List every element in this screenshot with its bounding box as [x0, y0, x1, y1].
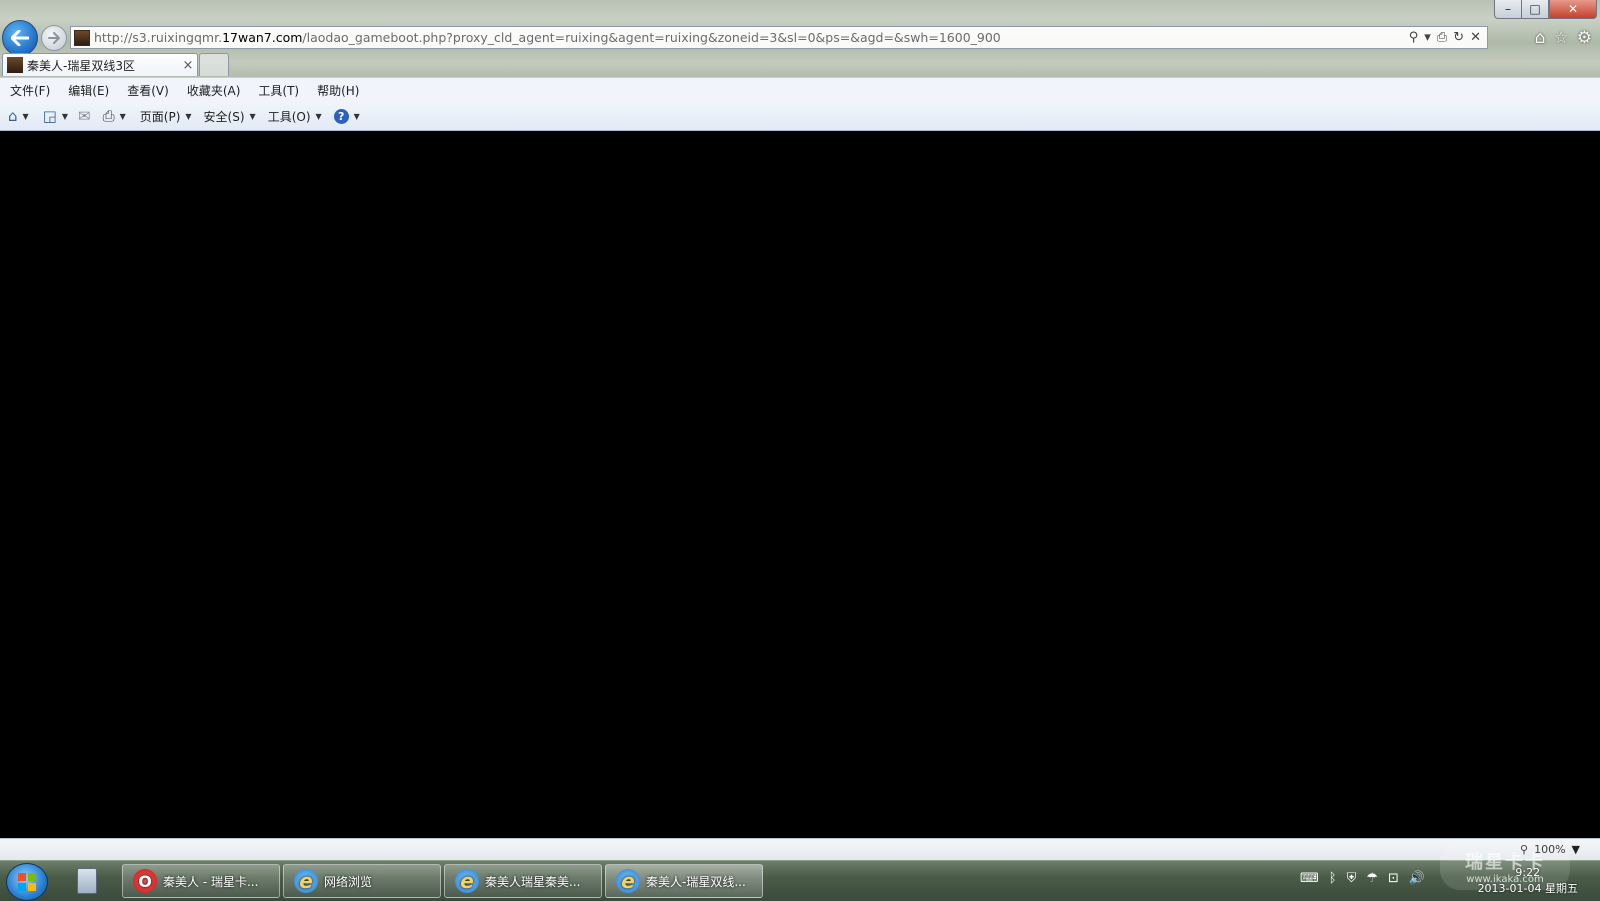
- menu-bar: 文件(F) 编辑(E) 查看(V) 收藏夹(A) 工具(T) 帮助(H): [0, 77, 1600, 103]
- tools-menu-label: 工具(O): [267, 109, 311, 124]
- print-command-button[interactable]: ⎙ ▼: [103, 107, 126, 125]
- ie-icon: e: [294, 869, 318, 893]
- tab-title: 秦美人-瑞星双线3区: [27, 58, 135, 73]
- calculator-icon: [77, 868, 97, 894]
- taskbar-item-ie-qmr[interactable]: e 秦美人瑞星秦美...: [444, 864, 602, 898]
- chevron-down-icon: ▼: [249, 111, 256, 121]
- antivirus-umbrella-icon[interactable]: ☂: [1366, 871, 1378, 886]
- settings-gear-icon[interactable]: ⚙: [1577, 28, 1592, 48]
- menu-view[interactable]: 查看(V): [117, 82, 177, 99]
- taskbar: O 秦美人 - 瑞星卡... e 网络浏览 e 秦美人瑞星秦美... e 秦美人…: [0, 860, 1600, 901]
- taskbar-item-ie-browse[interactable]: e 网络浏览: [283, 864, 441, 898]
- opera-icon: O: [133, 869, 157, 893]
- taskbar-item-opera[interactable]: O 秦美人 - 瑞星卡...: [122, 864, 280, 898]
- start-button[interactable]: [6, 863, 48, 901]
- forward-arrow-icon: [48, 32, 60, 44]
- tab-active[interactable]: 秦美人-瑞星双线3区 ×: [2, 53, 198, 76]
- system-tray: ⌨ ᛒ ⛨ ☂ ⊡ 🔊: [1300, 871, 1425, 886]
- print-icon: ⎙: [102, 107, 115, 125]
- chevron-down-icon: ▼: [353, 111, 360, 121]
- address-tools: ⚲ ▾ ⎙ ↻ ✕: [1409, 30, 1487, 45]
- help-menu-button[interactable]: ? ▼: [333, 108, 360, 124]
- back-arrow-icon: [11, 30, 29, 46]
- windows-logo-icon: [18, 873, 36, 891]
- minimize-button[interactable]: –: [1494, 0, 1521, 19]
- page-menu-label: 页面(P): [139, 109, 181, 124]
- address-bar[interactable]: http://s3.ruixingqmr.17wan7.com/laodao_g…: [70, 26, 1488, 49]
- help-icon: ?: [333, 108, 349, 124]
- chevron-down-icon: ▼: [185, 111, 192, 121]
- page-menu-button[interactable]: 页面(P) ▼: [140, 108, 192, 125]
- page-content-area[interactable]: [0, 131, 1600, 838]
- back-button[interactable]: [2, 20, 38, 56]
- home-command-button[interactable]: ⌂ ▼: [8, 107, 29, 125]
- tools-menu-button[interactable]: 工具(O) ▼: [268, 108, 322, 125]
- chevron-down-icon[interactable]: ▼: [1572, 843, 1580, 856]
- calculator-pinned-button[interactable]: [72, 865, 102, 897]
- menu-edit[interactable]: 编辑(E): [58, 82, 117, 99]
- taskbar-item-label: 秦美人-瑞星双线...: [646, 874, 746, 889]
- watermark-site: www.ikaka.com: [1466, 873, 1544, 885]
- search-icon[interactable]: ⚲: [1409, 30, 1419, 45]
- command-bar: ⌂ ▼ ◲ ▼ ✉ ⎙ ▼ 页面(P) ▼ 安全(S) ▼ 工具(O) ▼ ? ▼: [0, 102, 1600, 131]
- menu-help[interactable]: 帮助(H): [307, 82, 367, 99]
- address-url[interactable]: http://s3.ruixingqmr.17wan7.com/laodao_g…: [94, 30, 1409, 45]
- favorites-star-icon[interactable]: ☆: [1554, 28, 1569, 48]
- chevron-down-icon[interactable]: ▼: [120, 112, 126, 121]
- compatibility-view-icon[interactable]: ⎙: [1437, 30, 1447, 45]
- chevron-down-icon: ▼: [315, 111, 322, 121]
- window-frame: – □ ✕ http://s3.ruixingqmr.17wan7.com/la…: [0, 0, 1600, 77]
- browser-right-icons: ⌂ ☆ ⚙: [1535, 28, 1592, 48]
- home-icon: ⌂: [8, 107, 18, 125]
- taskbar-item-label: 秦美人 - 瑞星卡...: [163, 874, 259, 889]
- ie-icon: e: [455, 869, 479, 893]
- stop-icon[interactable]: ✕: [1470, 30, 1481, 45]
- window-controls: – □ ✕: [1494, 0, 1597, 19]
- refresh-icon[interactable]: ↻: [1453, 30, 1464, 45]
- feeds-command-button[interactable]: ◲ ▼: [43, 107, 68, 125]
- home-icon[interactable]: ⌂: [1535, 28, 1546, 48]
- chevron-down-icon[interactable]: ▼: [23, 112, 29, 121]
- safety-menu-label: 安全(S): [203, 109, 245, 124]
- forward-button[interactable]: [41, 25, 67, 51]
- menu-favorites[interactable]: 收藏夹(A): [177, 82, 249, 99]
- ie-icon: e: [616, 869, 640, 893]
- chevron-down-icon[interactable]: ▼: [62, 112, 68, 121]
- tab-favicon-icon: [7, 57, 23, 73]
- menu-tools[interactable]: 工具(T): [248, 82, 307, 99]
- keyboard-icon[interactable]: ⌨: [1300, 871, 1319, 886]
- watermark-brand: 瑞星卡卡: [1465, 851, 1545, 873]
- safety-menu-button[interactable]: 安全(S) ▼: [204, 108, 256, 125]
- mail-icon: ✉: [78, 107, 91, 125]
- taskbar-item-label: 秦美人瑞星秦美...: [485, 874, 581, 889]
- taskbar-item-ie-active[interactable]: e 秦美人-瑞星双线...: [605, 864, 763, 898]
- volume-icon[interactable]: 🔊: [1409, 871, 1425, 886]
- status-bar: ⚲ 100% ▼: [0, 838, 1600, 861]
- network-icon[interactable]: ⊡: [1388, 871, 1399, 886]
- close-window-button[interactable]: ✕: [1549, 0, 1597, 19]
- search-dropdown-icon[interactable]: ▾: [1424, 30, 1431, 45]
- taskbar-item-label: 网络浏览: [324, 874, 373, 889]
- bluetooth-icon[interactable]: ᛒ: [1329, 871, 1337, 886]
- maximize-button[interactable]: □: [1521, 0, 1549, 19]
- site-favicon-icon: [74, 29, 90, 46]
- mail-command-button[interactable]: ✉: [78, 107, 91, 125]
- security-shield-icon[interactable]: ⛨: [1347, 871, 1357, 886]
- new-tab-button[interactable]: [199, 53, 229, 76]
- menu-file[interactable]: 文件(F): [0, 82, 58, 99]
- tab-close-button[interactable]: ×: [179, 58, 197, 73]
- rss-feed-icon: ◲: [42, 107, 57, 125]
- watermark-logo: 瑞星卡卡 www.ikaka.com: [1440, 842, 1570, 890]
